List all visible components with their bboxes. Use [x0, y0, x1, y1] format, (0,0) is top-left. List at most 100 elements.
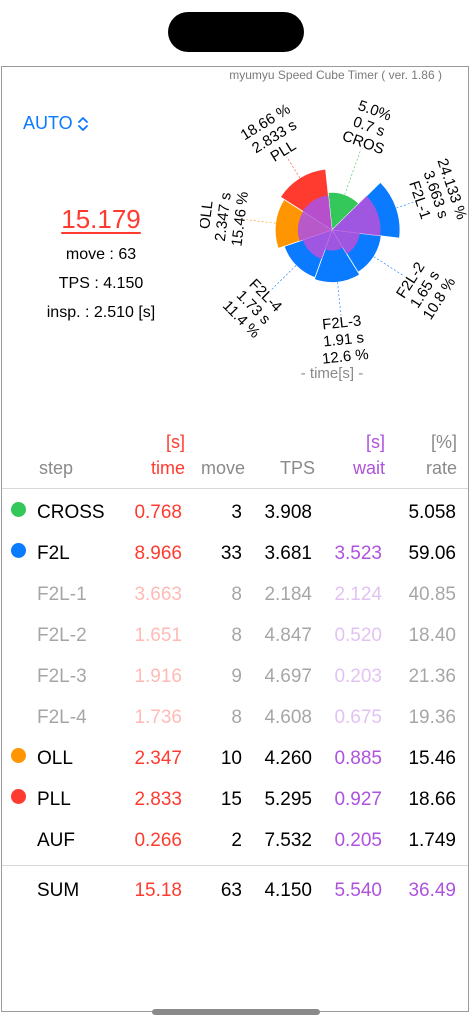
cell-rate: 40.85: [408, 584, 456, 605]
chart-label-f2l-3: F2L-31.91 s12.6 %: [321, 312, 369, 367]
cell-move: 15: [220, 789, 242, 810]
cell-rate: 18.40: [408, 625, 456, 646]
cell-tps: 7.532: [264, 830, 312, 851]
cell-rate: 19.36: [408, 707, 456, 728]
chart-label-oll: OLL2.347 s15.46 %: [200, 191, 252, 248]
table-row: PLL 2.833 15 5.295 0.927 18.66: [0, 789, 470, 829]
cell-tps: 4.608: [264, 707, 312, 728]
sum-tps: 4.150: [264, 880, 312, 901]
chart-label-cros: 5.0%0.7 sCROS: [340, 100, 394, 158]
table-row: OLL 2.347 10 4.260 0.885 15.46: [0, 748, 470, 788]
cell-time: 0.768: [134, 502, 182, 523]
chart-guide-line: [246, 219, 276, 224]
header-wait: wait: [352, 458, 385, 478]
cell-step: F2L: [37, 543, 70, 564]
cell-tps: 4.847: [264, 625, 312, 646]
chart-guide-line: [337, 282, 342, 316]
total-time[interactable]: 15.179: [0, 204, 202, 235]
cell-tps: 4.697: [264, 666, 312, 687]
table-row: F2L-4 1.736 8 4.608 0.675 19.36: [0, 707, 470, 747]
cell-move: 10: [220, 748, 242, 769]
sum-rate: 36.49: [408, 880, 456, 901]
chart-guide-line: [373, 256, 405, 277]
cell-move: 9: [231, 666, 242, 687]
chart-guide-line: [344, 148, 362, 195]
header-time-unit: [s]: [165, 432, 185, 452]
chart-guide-line: [270, 265, 297, 291]
cell-rate: 1.749: [408, 830, 456, 851]
cell-move: 8: [231, 625, 242, 646]
cell-move: 3: [231, 502, 242, 523]
table-row: F2L-2 1.651 8 4.847 0.520 18.40: [0, 625, 470, 665]
chart-guide-line: [396, 201, 414, 209]
cell-rate: 15.46: [408, 748, 456, 769]
cell-rate: 5.058: [408, 502, 456, 523]
cell-time: 1.916: [134, 666, 182, 687]
cell-wait: 0.885: [334, 748, 382, 769]
chart-axis-caption: - time[s] -: [301, 365, 364, 382]
sum-row: SUM 15.18 63 4.150 5.540 36.49: [0, 880, 470, 920]
header-rate: rate: [425, 458, 457, 478]
header-divider: [2, 488, 468, 489]
move-count: move : 63: [65, 246, 137, 263]
cell-rate: 21.36: [408, 666, 456, 687]
sum-wait: 5.540: [334, 880, 382, 901]
inspection-time: insp. : 2.510 [s]: [46, 304, 156, 321]
app-title: myumyu Speed Cube Timer ( ver. 1.86 ): [229, 68, 442, 82]
chart-label-f2l-1: 24.133 %3.663 sF2L-1: [405, 156, 470, 221]
cell-time: 2.833: [134, 789, 182, 810]
cell-step: OLL: [37, 748, 73, 769]
step-color-dot: [11, 502, 26, 517]
cell-step: CROSS: [37, 502, 105, 523]
cell-move: 8: [231, 707, 242, 728]
cell-time: 8.966: [134, 543, 182, 564]
cell-step: F2L-4: [37, 707, 87, 728]
table-row: F2L-3 1.916 9 4.697 0.203 21.36: [0, 666, 470, 706]
cell-step: F2L-3: [37, 666, 87, 687]
cell-time: 1.736: [134, 707, 182, 728]
sum-step: SUM: [37, 880, 80, 901]
cell-wait: 0.203: [334, 666, 382, 687]
cell-step: PLL: [37, 789, 71, 810]
cell-wait: 0.675: [334, 707, 382, 728]
cell-tps: 4.260: [264, 748, 312, 769]
cell-wait: 3.523: [334, 543, 382, 564]
cell-tps: 3.908: [264, 502, 312, 523]
cell-tps: 5.295: [264, 789, 312, 810]
chart-label-f2l-4: F2L-41.73 s11.4 %: [219, 276, 285, 342]
sum-move: 63: [220, 880, 242, 901]
header-time: time: [150, 458, 185, 478]
header-rate-unit: [%]: [430, 432, 457, 452]
cell-wait: 2.124: [334, 584, 382, 605]
header-move: move: [200, 458, 245, 478]
cell-move: 33: [220, 543, 242, 564]
cell-step: AUF: [37, 830, 75, 851]
step-color-dot: [11, 789, 26, 804]
tps-value: TPS : 4.150: [58, 275, 144, 292]
home-indicator: [152, 1009, 320, 1015]
header-tps: TPS: [279, 458, 315, 478]
cell-wait: 0.205: [334, 830, 382, 851]
table-row: AUF 0.266 2 7.532 0.205 1.749: [0, 830, 470, 870]
chevron-up-down-icon: [77, 116, 88, 131]
cell-move: 8: [231, 584, 242, 605]
cell-tps: 2.184: [264, 584, 312, 605]
cell-time: 2.347: [134, 748, 182, 769]
cell-wait: 0.520: [334, 625, 382, 646]
cell-time: 3.663: [134, 584, 182, 605]
chart-label-f2l-2: F2L-21.65 s10.8 %: [393, 259, 459, 323]
header-wait-unit: [s]: [365, 432, 385, 452]
cell-step: F2L-1: [37, 584, 87, 605]
device-notch: [168, 12, 304, 52]
mode-selector[interactable]: AUTO: [23, 113, 89, 134]
table-row: F2L 8.966 33 3.681 3.523 59.06: [0, 543, 470, 583]
mode-label: AUTO: [23, 113, 73, 133]
step-color-dot: [11, 543, 26, 558]
cell-time: 0.266: [134, 830, 182, 851]
cell-step: F2L-2: [37, 625, 87, 646]
cell-rate: 59.06: [408, 543, 456, 564]
cell-move: 2: [231, 830, 242, 851]
table-row: CROSS 0.768 3 3.908 5.058: [0, 502, 470, 542]
sum-time: 15.18: [134, 880, 182, 901]
cell-time: 1.651: [134, 625, 182, 646]
